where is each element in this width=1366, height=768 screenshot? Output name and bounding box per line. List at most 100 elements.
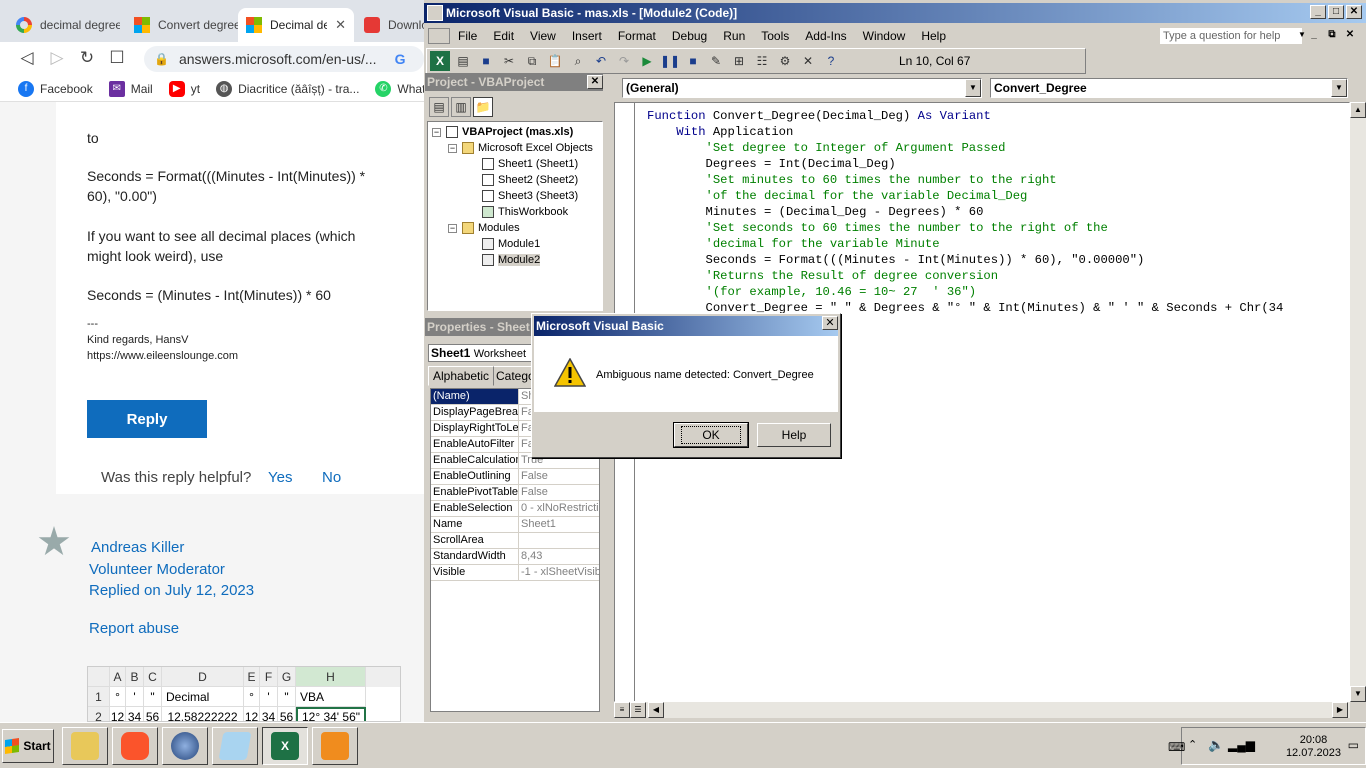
helpful-yes-link[interactable]: Yes	[268, 468, 292, 488]
menu-debug[interactable]: Debug	[664, 29, 715, 43]
helpful-no-link[interactable]: No	[322, 468, 341, 488]
toggle-folders-icon[interactable]: 📁	[473, 97, 493, 117]
property-row[interactable]: Visible -1 - xlSheetVisib	[431, 565, 599, 581]
bookmark-facebook[interactable]: f Facebook	[18, 80, 93, 97]
network-icon[interactable]: ▂▄▆	[1228, 738, 1255, 752]
view-excel-icon[interactable]: X	[430, 51, 450, 71]
doc-restore-button[interactable]: ⧉	[1324, 28, 1340, 42]
menu-run[interactable]: Run	[715, 29, 753, 43]
menu-insert[interactable]: Insert	[564, 29, 610, 43]
help-dropdown-icon[interactable]: ▼	[1298, 30, 1306, 39]
taskbar-app[interactable]	[162, 727, 208, 765]
project-explorer-icon[interactable]: ⊞	[729, 51, 749, 71]
design-mode-icon[interactable]: ✎	[706, 51, 726, 71]
property-row[interactable]: EnablePivotTable False	[431, 485, 599, 501]
scroll-left-icon[interactable]: ◀	[648, 702, 664, 718]
property-row[interactable]: ScrollArea	[431, 533, 599, 549]
back-icon[interactable]: ◁	[12, 43, 42, 73]
maximize-button[interactable]: □	[1328, 5, 1344, 19]
menu-add-ins[interactable]: Add-Ins	[797, 29, 854, 43]
author-role[interactable]: Volunteer Moderator	[89, 560, 225, 580]
bookmark-whatsapp[interactable]: ✆Whats	[375, 80, 424, 97]
help-question-input[interactable]: Type a question for help	[1160, 28, 1302, 44]
chevron-down-icon[interactable]: ▼	[965, 79, 981, 97]
redo-icon[interactable]: ↷	[614, 51, 634, 71]
taskbar-notepad[interactable]	[212, 727, 258, 765]
break-icon[interactable]: ❚❚	[660, 51, 680, 71]
properties-window-icon[interactable]: ☷	[752, 51, 772, 71]
keyboard-icon[interactable]: ⌨	[1168, 740, 1185, 754]
dialog-close-button[interactable]: ✕	[822, 316, 838, 330]
dialog-title[interactable]: Microsoft Visual Basic	[534, 316, 838, 336]
menu-edit[interactable]: Edit	[485, 29, 522, 43]
start-button[interactable]: Start	[2, 729, 54, 763]
copy-icon[interactable]: ⧉	[522, 51, 542, 71]
property-row[interactable]: Name Sheet1	[431, 517, 599, 533]
report-abuse-link[interactable]: Report abuse	[89, 619, 179, 639]
object-combo[interactable]: (General) ▼	[622, 78, 982, 98]
signature-link[interactable]: https://www.eileenslounge.com	[87, 348, 238, 364]
collapse-icon[interactable]: −	[432, 128, 441, 137]
chevron-down-icon[interactable]: ▼	[1331, 79, 1347, 97]
close-button[interactable]: ✕	[1346, 5, 1362, 19]
tree-node-module2[interactable]: Module2	[482, 254, 541, 266]
doc-minimize-button[interactable]: _	[1306, 28, 1322, 42]
object-browser-icon[interactable]: ⚙	[775, 51, 795, 71]
collapse-icon[interactable]: −	[448, 144, 457, 153]
tree-node-thisworkbook[interactable]: ThisWorkbook	[482, 206, 568, 218]
tab-decimal-degrees[interactable]: decimal degrees	[8, 8, 120, 42]
undo-icon[interactable]: ↶	[591, 51, 611, 71]
tree-node-module1[interactable]: Module1	[482, 238, 540, 250]
bookmark-icon[interactable]: ☐	[102, 43, 132, 73]
reload-icon[interactable]: ↻	[72, 43, 102, 73]
tab-decimal-deg[interactable]: Decimal deg ✕	[238, 8, 354, 42]
find-icon[interactable]: ⌕	[568, 51, 588, 71]
full-module-view-icon[interactable]: ☰	[630, 702, 646, 718]
close-tab-icon[interactable]: ✕	[335, 17, 346, 33]
ok-button[interactable]: OK	[673, 422, 749, 448]
project-toolbar-scroll[interactable]	[593, 97, 605, 117]
run-icon[interactable]: ▶	[637, 51, 657, 71]
view-object-icon[interactable]: ▥	[451, 97, 471, 117]
avatar[interactable]	[38, 526, 70, 556]
bookmark-diacritice[interactable]: ◍ Diacritice (ăâîșț) - tra...	[216, 80, 359, 97]
menu-format[interactable]: Format	[610, 29, 664, 43]
code-text[interactable]: Function Convert_Degree(Decimal_Deg) As …	[647, 108, 1283, 316]
taskbar-excel[interactable]: X	[262, 727, 308, 765]
scroll-up-icon[interactable]: ▲	[1350, 102, 1366, 118]
menu-window[interactable]: Window	[855, 29, 914, 43]
bookmark-yt[interactable]: ▶ yt	[168, 80, 200, 97]
property-row[interactable]: EnableSelection 0 - xlNoRestrictio	[431, 501, 599, 517]
address-bar[interactable]: 🔒 answers.microsoft.com/en-us/... G	[144, 46, 424, 72]
save-icon[interactable]: ■	[476, 51, 496, 71]
tree-node-vbaproject[interactable]: VBAProject (mas.xls)	[446, 126, 573, 138]
paste-icon[interactable]: 📋	[545, 51, 565, 71]
scroll-down-icon[interactable]: ▼	[1350, 686, 1366, 702]
volume-icon[interactable]: 🔈	[1208, 737, 1224, 753]
taskbar-brave[interactable]	[112, 727, 158, 765]
menu-tools[interactable]: Tools	[753, 29, 797, 43]
forward-icon[interactable]: ▷	[42, 43, 72, 73]
vertical-scrollbar[interactable]: ▲ ▼	[1350, 102, 1366, 702]
reply-button[interactable]: Reply	[87, 400, 207, 438]
show-hidden-icons[interactable]: ⌃	[1188, 738, 1197, 751]
bookmark-mail[interactable]: ✉ Mail	[108, 80, 153, 97]
tree-node-sheet2[interactable]: Sheet2 (Sheet2)	[482, 174, 578, 186]
property-row[interactable]: StandardWidth 8,43	[431, 549, 599, 565]
tab-convert-degrees[interactable]: Convert degrees	[126, 8, 238, 42]
tree-node-modules[interactable]: Modules	[462, 222, 520, 234]
notification-icon[interactable]: ▭	[1348, 738, 1359, 752]
reset-icon[interactable]: ■	[683, 51, 703, 71]
collapse-icon[interactable]: −	[448, 224, 457, 233]
tree-node-sheet3[interactable]: Sheet3 (Sheet3)	[482, 190, 578, 202]
help-icon[interactable]: ?	[821, 51, 841, 71]
property-row[interactable]: EnableOutlining False	[431, 469, 599, 485]
procedure-combo[interactable]: Convert_Degree ▼	[990, 78, 1348, 98]
procedure-view-icon[interactable]: ≡	[614, 702, 630, 718]
cut-icon[interactable]: ✂	[499, 51, 519, 71]
taskbar-media[interactable]	[312, 727, 358, 765]
scroll-right-icon[interactable]: ▶	[1332, 702, 1348, 718]
vba-doc-icon[interactable]	[428, 28, 450, 44]
tab-alphabetic[interactable]: Alphabetic	[428, 366, 495, 386]
menu-help[interactable]: Help	[913, 29, 954, 43]
